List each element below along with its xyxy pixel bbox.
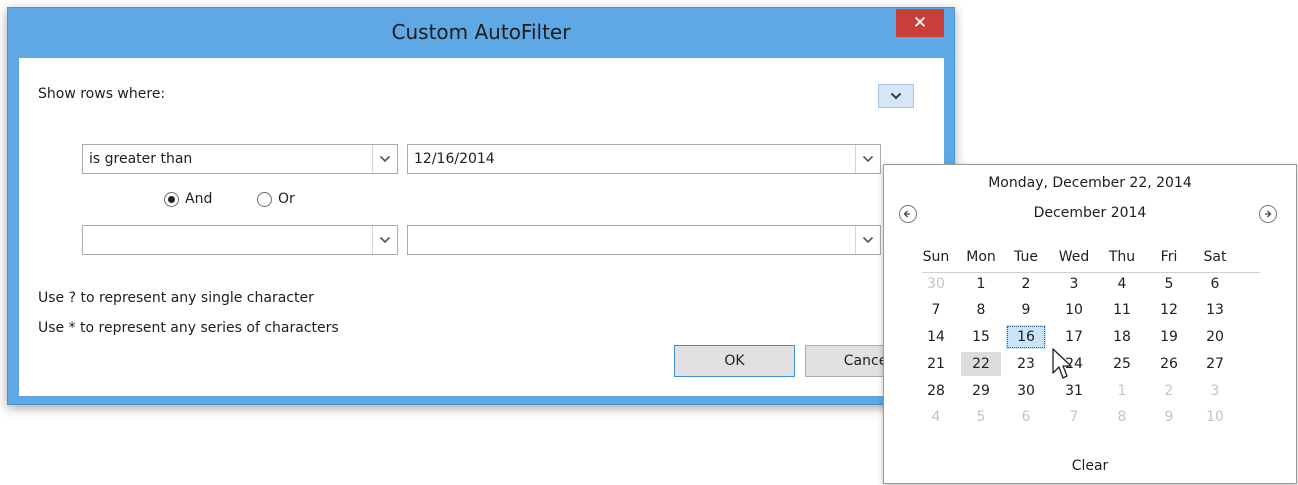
arrow-right-circle-icon	[1265, 210, 1272, 218]
title-bar[interactable]: Custom AutoFilter ✕	[8, 8, 954, 56]
calendar-day[interactable]: 22	[961, 352, 1001, 376]
calendar-day[interactable]: 28	[916, 379, 956, 403]
calendar-day[interactable]: 4	[916, 405, 956, 429]
calendar-popup: Monday, December 22, 2014 December 2014 …	[883, 164, 1297, 484]
close-icon: ✕	[912, 13, 928, 33]
chevron-down-icon	[379, 155, 391, 163]
calendar-day[interactable]: 11	[1102, 298, 1142, 322]
calendar-day[interactable]: 8	[961, 298, 1001, 322]
next-month-button[interactable]	[1259, 205, 1277, 223]
calendar-day[interactable]: 6	[1006, 405, 1046, 429]
chevron-down-icon	[862, 236, 874, 244]
value2-combo[interactable]	[407, 225, 881, 255]
calendar-day[interactable]: 27	[1195, 352, 1235, 376]
calendar-month-label: December 2014	[1033, 205, 1147, 221]
weekday-mon: Mon	[966, 249, 996, 265]
calendar-day[interactable]: 10	[1054, 298, 1094, 322]
calendar-day[interactable]: 17	[1054, 325, 1094, 349]
value1-dropdown-arrow[interactable]	[855, 145, 880, 173]
or-label[interactable]: Or	[278, 191, 295, 207]
hint-series-characters: Use * to represent any series of charact…	[38, 320, 339, 336]
calendar-day[interactable]: 15	[961, 325, 1001, 349]
radio-selected-dot	[168, 196, 175, 203]
calendar-day[interactable]: 3	[1054, 272, 1094, 296]
calendar-day[interactable]: 2	[1006, 272, 1046, 296]
calendar-day[interactable]: 9	[1149, 405, 1189, 429]
calendar-day[interactable]: 1	[961, 272, 1001, 296]
weekday-wed: Wed	[1058, 249, 1090, 265]
operator1-combo[interactable]: is greater than	[82, 144, 398, 174]
chevron-down-icon	[862, 155, 874, 163]
value2-dropdown-arrow[interactable]	[855, 226, 880, 254]
calendar-day[interactable]: 13	[1195, 298, 1235, 322]
calendar-day[interactable]: 30	[1006, 379, 1046, 403]
calendar-day[interactable]: 23	[1006, 352, 1046, 376]
operator1-value: is greater than	[89, 151, 193, 167]
chevron-down-icon	[379, 236, 391, 244]
value1-combo[interactable]: 12/16/2014	[407, 144, 881, 174]
weekday-tue: Tue	[1014, 249, 1038, 265]
calendar-day[interactable]: 10	[1195, 405, 1235, 429]
dialog-title: Custom AutoFilter	[391, 20, 571, 44]
calendar-day[interactable]: 2	[1149, 379, 1189, 403]
operator1-dropdown-arrow[interactable]	[372, 145, 397, 173]
or-radio[interactable]	[257, 192, 272, 207]
value1-value: 12/16/2014	[414, 151, 495, 167]
calendar-day[interactable]: 14	[916, 325, 956, 349]
calendar-day[interactable]: 6	[1195, 272, 1235, 296]
calendar-day[interactable]: 26	[1149, 352, 1189, 376]
calendar-day[interactable]: 21	[916, 352, 956, 376]
mouse-pointer-icon	[1052, 348, 1072, 379]
and-label[interactable]: And	[185, 191, 212, 207]
calendar-day[interactable]: 30	[916, 272, 956, 296]
weekday-sun: Sun	[922, 249, 950, 265]
weekday-fri: Fri	[1160, 249, 1178, 265]
hint-single-character: Use ? to represent any single character	[38, 290, 314, 306]
calendar-day[interactable]: 1	[1102, 379, 1142, 403]
chevron-down-icon	[890, 92, 902, 100]
calendar-day[interactable]: 5	[1149, 272, 1189, 296]
calendar-day[interactable]: 25	[1102, 352, 1142, 376]
custom-autofilter-dialog: Custom AutoFilter ✕ Show rows where: is …	[7, 7, 955, 405]
calendar-day[interactable]: 20	[1195, 325, 1235, 349]
calendar-day[interactable]: 16	[1006, 325, 1046, 349]
calendar-day[interactable]: 5	[961, 405, 1001, 429]
calendar-day[interactable]: 29	[961, 379, 1001, 403]
dialog-client-area: Show rows where: is greater than 12/16/2…	[19, 58, 944, 396]
calendar-day[interactable]: 7	[1054, 405, 1094, 429]
calendar-day[interactable]: 19	[1149, 325, 1189, 349]
weekday-thu: Thu	[1108, 249, 1136, 265]
and-radio[interactable]	[164, 192, 179, 207]
clear-button[interactable]: Clear	[884, 458, 1296, 474]
close-button[interactable]: ✕	[896, 9, 944, 37]
show-rows-label: Show rows where:	[38, 86, 166, 102]
date-picker-dropdown-button[interactable]	[878, 84, 914, 108]
calendar-day[interactable]: 8	[1102, 405, 1142, 429]
calendar-day[interactable]: 4	[1102, 272, 1142, 296]
calendar-header-date: Monday, December 22, 2014	[988, 175, 1192, 191]
operator2-combo[interactable]	[82, 225, 398, 255]
calendar-day[interactable]: 3	[1195, 379, 1235, 403]
calendar-day[interactable]: 18	[1102, 325, 1142, 349]
weekday-sat: Sat	[1203, 249, 1227, 265]
calendar-day[interactable]: 9	[1006, 298, 1046, 322]
calendar-day[interactable]: 12	[1149, 298, 1189, 322]
operator2-dropdown-arrow[interactable]	[372, 226, 397, 254]
ok-button[interactable]: OK	[674, 345, 795, 377]
calendar-day[interactable]: 31	[1054, 379, 1094, 403]
calendar-day[interactable]: 7	[916, 298, 956, 322]
